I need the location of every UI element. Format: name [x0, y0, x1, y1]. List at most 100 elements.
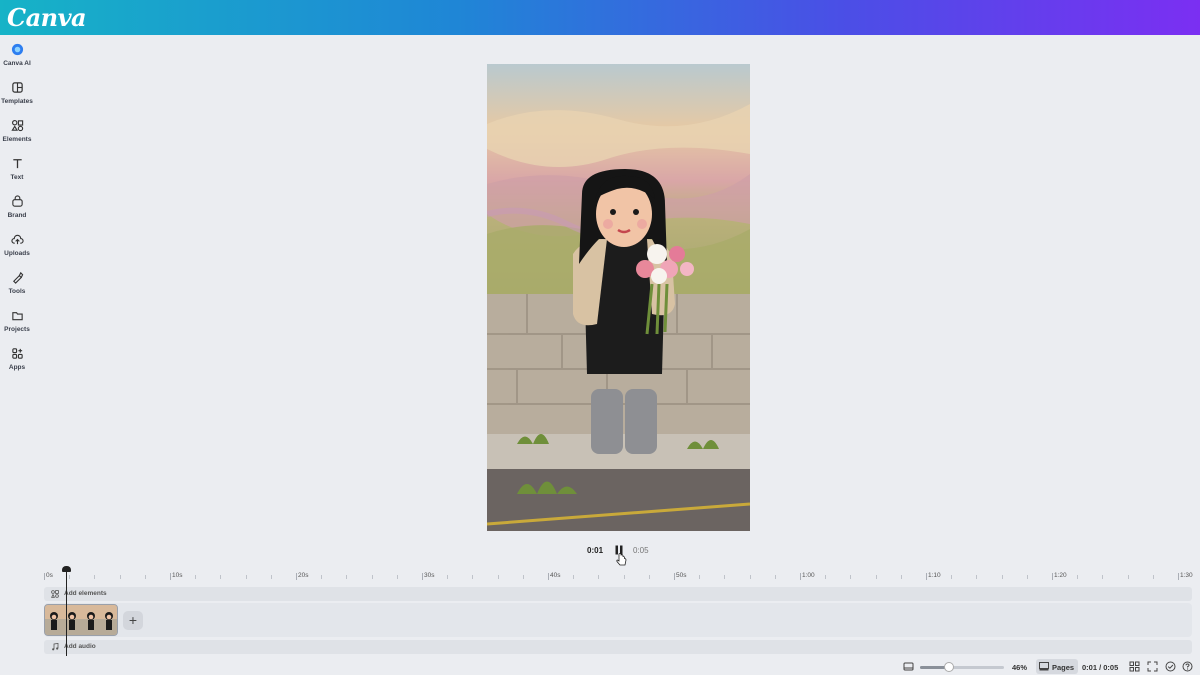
ruler-major-tick	[296, 573, 297, 580]
timeline-ruler[interactable]: 0s 10s 20s 30s 40s 50s 1:00 1:10 1:20 1:30	[44, 566, 1194, 584]
add-elements-label: Add elements	[64, 590, 107, 597]
ruler-minor-tick	[94, 575, 96, 579]
ruler-tick-label: 20s	[298, 572, 309, 579]
ruler-minor-tick	[850, 575, 852, 579]
sidebar-item-tools[interactable]: Tools	[0, 266, 34, 304]
ruler-minor-tick	[1127, 575, 1129, 579]
mouse-cursor-icon	[616, 553, 627, 566]
sidebar-item-canva-ai[interactable]: Canva AI	[0, 38, 34, 76]
sidebar-item-label: Brand	[7, 212, 27, 219]
ruler-minor-tick	[119, 575, 121, 579]
sidebar-item-label: Apps	[8, 364, 26, 371]
sidebar-item-projects[interactable]: Projects	[0, 304, 34, 342]
video-clip-thumbnail[interactable]	[44, 604, 118, 636]
ruler-minor-tick	[522, 575, 524, 579]
help-icon[interactable]	[1182, 661, 1193, 672]
notes-icon[interactable]	[903, 661, 914, 672]
ruler-major-tick	[44, 573, 45, 580]
ruler-minor-tick	[951, 575, 953, 579]
pages-icon	[1039, 662, 1049, 671]
ruler-minor-tick	[976, 575, 978, 579]
folder-icon	[11, 312, 23, 321]
ruler-minor-tick	[1026, 575, 1028, 579]
ruler-minor-tick	[69, 575, 71, 579]
ruler-major-tick	[674, 573, 675, 580]
ruler-major-tick	[1178, 573, 1179, 580]
ruler-major-tick	[548, 573, 549, 580]
pages-button[interactable]: Pages	[1036, 659, 1078, 674]
ruler-major-tick	[926, 573, 927, 580]
current-time: 0:01	[587, 546, 604, 555]
ruler-minor-tick	[447, 575, 449, 579]
music-note-icon	[52, 643, 59, 651]
clip-frames	[45, 605, 117, 635]
ruler-minor-tick	[220, 575, 222, 579]
sidebar-item-label: Projects	[4, 326, 30, 333]
ruler-major-tick	[170, 573, 171, 580]
add-audio-track[interactable]: Add audio	[44, 640, 1192, 654]
ruler-tick-label: 1:20	[1054, 572, 1067, 579]
ruler-tick-label: 10s	[172, 572, 183, 579]
ruler-minor-tick	[1077, 575, 1079, 579]
ruler-minor-tick	[270, 575, 272, 579]
bottom-status-bar: 46% Pages 0:01 / 0:05	[0, 658, 1200, 675]
ruler-minor-tick	[1102, 575, 1104, 579]
canva-logo[interactable]: Canva	[7, 3, 87, 32]
pages-label: Pages	[1052, 663, 1075, 672]
sidebar-item-apps[interactable]: Apps	[0, 342, 34, 380]
sidebar-item-templates[interactable]: Templates	[0, 76, 34, 114]
brand-icon	[11, 195, 23, 207]
sidebar-item-brand[interactable]: Brand	[0, 190, 34, 228]
grid-view-icon[interactable]	[1129, 661, 1140, 672]
left-sidebar: Canva AI Templates Elements Text Brand U…	[0, 35, 34, 675]
sidebar-item-uploads[interactable]: Uploads	[0, 228, 34, 266]
canva-ai-icon	[11, 43, 23, 56]
zoom-slider[interactable]	[920, 662, 1004, 672]
sidebar-item-elements[interactable]: Elements	[0, 114, 34, 152]
design-canvas-felt-doll-image[interactable]	[487, 64, 750, 531]
ruler-tick-label: 1:30	[1180, 572, 1193, 579]
fullscreen-icon[interactable]	[1147, 661, 1158, 672]
text-icon	[12, 159, 22, 169]
sidebar-item-text[interactable]: Text	[0, 152, 34, 190]
zoom-slider-handle[interactable]	[943, 662, 954, 672]
ruler-minor-tick	[497, 575, 499, 579]
ruler-minor-tick	[321, 575, 323, 579]
top-header-bar: Canva	[0, 0, 1200, 35]
add-clip-button[interactable]: +	[123, 611, 143, 630]
ruler-minor-tick	[900, 575, 902, 579]
zoom-percentage[interactable]: 46%	[1012, 663, 1027, 672]
ruler-tick-label: 0s	[46, 572, 53, 579]
sidebar-item-label: Canva AI	[3, 60, 31, 67]
add-elements-track[interactable]: Add elements	[44, 587, 1192, 601]
sidebar-item-label: Templates	[1, 98, 33, 105]
ruler-minor-tick	[245, 575, 247, 579]
ruler-minor-tick	[598, 575, 600, 579]
ruler-minor-tick	[346, 575, 348, 579]
video-track: +	[44, 603, 1192, 637]
ruler-major-tick	[800, 573, 801, 580]
ruler-minor-tick	[396, 575, 398, 579]
sidebar-item-label: Elements	[2, 136, 32, 143]
ruler-minor-tick	[724, 575, 726, 579]
ruler-tick-label: 1:10	[928, 572, 941, 579]
playhead-line[interactable]	[66, 568, 67, 656]
add-audio-label: Add audio	[64, 643, 96, 650]
sidebar-item-label: Tools	[8, 288, 26, 295]
ruler-minor-tick	[875, 575, 877, 579]
ruler-minor-tick	[371, 575, 373, 579]
ruler-minor-tick	[749, 575, 751, 579]
ruler-tick-label: 1:00	[802, 572, 815, 579]
sidebar-item-label: Uploads	[4, 250, 30, 257]
ruler-minor-tick	[1152, 575, 1154, 579]
ruler-minor-tick	[774, 575, 776, 579]
ruler-minor-tick	[1001, 575, 1003, 579]
templates-icon	[11, 82, 23, 93]
ruler-tick-label: 50s	[676, 572, 687, 579]
ruler-minor-tick	[623, 575, 625, 579]
elements-icon	[51, 590, 59, 598]
uploads-icon	[10, 234, 24, 245]
check-icon[interactable]	[1165, 661, 1176, 672]
total-time: 0:05	[633, 546, 649, 555]
felt-doll-illustration	[487, 64, 750, 531]
